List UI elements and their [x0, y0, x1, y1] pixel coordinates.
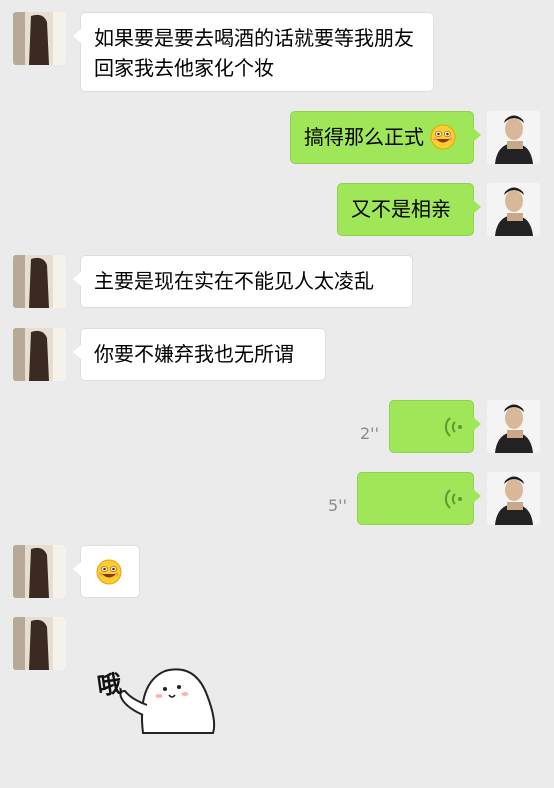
my-avatar[interactable] — [487, 400, 540, 453]
message-text: 如果要是要去喝酒的话就要等我朋友回家我去他家化个妆 — [94, 26, 414, 80]
voice-wave-icon — [444, 417, 462, 437]
voice-wave-icon — [444, 489, 462, 509]
my-avatar[interactable] — [487, 183, 540, 236]
voice-duration: 2'' — [360, 424, 379, 443]
message-row: 搞得那么正式 — [0, 111, 554, 164]
message-text: 搞得那么正式 — [304, 125, 424, 149]
message-text: 你要不嫌弃我也无所谓 — [94, 342, 294, 366]
message-bubble[interactable]: 又不是相亲 — [337, 183, 481, 236]
contact-avatar[interactable] — [13, 255, 66, 308]
message-row — [0, 545, 554, 598]
contact-avatar[interactable] — [13, 12, 66, 65]
contact-avatar-photo — [13, 328, 66, 381]
sticker-text: 哦 — [95, 669, 124, 701]
message-row: 2'' — [0, 400, 554, 453]
contact-avatar-photo — [13, 617, 66, 670]
message-row: 5'' — [0, 472, 554, 525]
sticker[interactable]: 哦 — [95, 655, 225, 737]
message-row: 你要不嫌弃我也无所谓 — [0, 328, 554, 381]
message-bubble[interactable]: 搞得那么正式 — [290, 111, 481, 164]
my-avatar-photo — [487, 183, 540, 236]
contact-avatar[interactable] — [13, 545, 66, 598]
voice-message-bubble[interactable] — [357, 472, 481, 525]
my-avatar-photo — [487, 111, 540, 164]
contact-avatar[interactable] — [13, 328, 66, 381]
contact-avatar-photo — [13, 255, 66, 308]
message-row: 主要是现在实在不能见人太凌乱 — [0, 255, 554, 308]
grinning-emoji-icon — [430, 124, 456, 149]
message-bubble[interactable] — [73, 545, 140, 598]
message-bubble[interactable]: 如果要是要去喝酒的话就要等我朋友回家我去他家化个妆 — [73, 12, 434, 92]
contact-avatar-photo — [13, 545, 66, 598]
my-avatar-photo — [487, 400, 540, 453]
voice-message-bubble[interactable] — [389, 400, 481, 453]
my-avatar[interactable] — [487, 111, 540, 164]
my-avatar-photo — [487, 472, 540, 525]
contact-avatar-photo — [13, 12, 66, 65]
contact-avatar[interactable] — [13, 617, 66, 670]
message-text: 又不是相亲 — [351, 197, 451, 221]
message-text: 主要是现在实在不能见人太凌乱 — [94, 269, 374, 293]
grinning-emoji-icon — [96, 559, 122, 585]
my-avatar[interactable] — [487, 472, 540, 525]
voice-duration: 5'' — [328, 496, 347, 515]
message-row: 哦 — [0, 617, 554, 747]
message-row: 如果要是要去喝酒的话就要等我朋友回家我去他家化个妆 — [0, 12, 554, 92]
message-bubble[interactable]: 你要不嫌弃我也无所谓 — [73, 328, 326, 381]
message-row: 又不是相亲 — [0, 183, 554, 236]
message-bubble[interactable]: 主要是现在实在不能见人太凌乱 — [73, 255, 413, 308]
